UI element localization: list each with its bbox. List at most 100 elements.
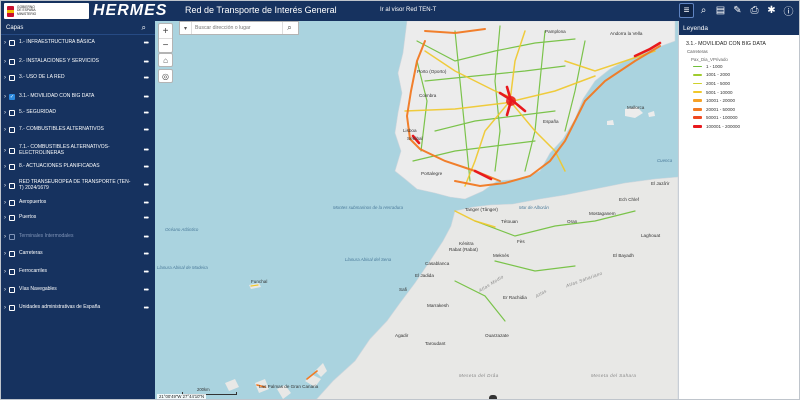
more-options-icon[interactable]: ••• (144, 147, 149, 154)
more-options-icon[interactable]: ••• (144, 287, 149, 294)
layer-row[interactable]: › 1.- INFRAESTRUCTURA BÁSICA ••• (1, 40, 155, 47)
layer-checkbox[interactable] (9, 59, 15, 65)
more-options-icon[interactable]: ••• (144, 305, 149, 312)
share-icon[interactable]: ✱ (764, 3, 779, 18)
place-label: Portalegre (421, 171, 443, 176)
search-input[interactable] (192, 22, 282, 34)
legend-label: 2001 - 5000 (706, 80, 731, 86)
sea-label: Llanura Abisal del Sena (345, 257, 392, 262)
layer-checkbox[interactable] (9, 200, 15, 206)
locate-icon[interactable]: ◎ (158, 69, 173, 83)
layer-row[interactable]: › 3.- USO DE LA RED ••• (1, 75, 155, 82)
more-options-icon[interactable]: ••• (144, 164, 149, 171)
place-label: Las Palmas de Gran Canaria (259, 384, 319, 389)
layer-row[interactable]: › Aeropuertos ••• (1, 199, 155, 207)
layer-row[interactable]: › 5.- SEGURIDAD ••• (1, 110, 155, 117)
place-label: Tanger (Tânger) (465, 207, 498, 212)
coordinate-readout: 21°00'49"W 27°44'10"N (157, 394, 207, 399)
search-icon[interactable]: ⌕ (282, 22, 296, 34)
place-label: Ouarzazate (485, 333, 509, 338)
legend-swatch (693, 74, 702, 76)
layer-row[interactable]: › 7.- COMBUSTIBLES ALTERNATIVOS ••• (1, 127, 155, 134)
layer-checkbox[interactable] (9, 251, 15, 257)
layer-checkbox[interactable] (9, 287, 15, 293)
layer-checkbox[interactable] (9, 147, 15, 154)
ten-t-viewer-link[interactable]: Ir al visor Red TEN-T (380, 7, 436, 13)
layer-row[interactable]: › Puertos ••• (1, 214, 155, 222)
legend-label: 50001 - 100000 (706, 115, 738, 121)
layer-checkbox[interactable] (9, 164, 15, 170)
legend-swatch (693, 116, 702, 120)
legend-panel: Leyenda 3.1.- MOVILIDAD CON BIG DATA Car… (678, 21, 799, 399)
place-label: Casablanca (425, 261, 450, 266)
zoom-in-button[interactable]: + (159, 24, 172, 38)
place-label: Meknès (493, 253, 510, 258)
layer-label: Puertos (19, 214, 37, 221)
zoom-out-button[interactable]: − (159, 38, 172, 52)
layer-row[interactable]: › Ferrocarriles ••• (1, 269, 155, 276)
layer-label: 2.- INSTALACIONES Y SERVICIOS (19, 58, 99, 65)
layer-checkbox[interactable]: ✓ (9, 94, 15, 100)
app-window: GOBIERNO DE ESPAÑA MINISTERIO HERMES Red… (0, 0, 800, 400)
ministry-logo[interactable]: GOBIERNO DE ESPAÑA MINISTERIO (4, 3, 89, 19)
layers-icon[interactable]: ▤ (713, 3, 728, 18)
layer-row[interactable]: › 8.- ACTUACIONES PLANIFICADAS ••• (1, 164, 155, 171)
home-icon[interactable]: ⌂ (158, 53, 173, 67)
more-options-icon[interactable]: ••• (144, 40, 149, 47)
layer-label: 3.1.- MOVILIDAD CON BIG DATA (19, 93, 95, 100)
legend-item: 100001 - 200000 (693, 122, 799, 131)
layer-row[interactable]: › Unidades administrativas de España ••• (1, 305, 155, 312)
layer-row[interactable]: › ✓ 3.1.- MOVILIDAD CON BIG DATA ••• (1, 93, 155, 101)
legend-label: 1001 - 2000 (706, 72, 731, 78)
map-view[interactable]: Pamplona Andorra la Vella Porto (Oporto)… (155, 21, 678, 399)
legend-label: 10001 - 20000 (706, 98, 736, 104)
chevron-down-icon[interactable]: ▾ (180, 22, 192, 34)
more-options-icon[interactable]: ••• (144, 182, 149, 189)
more-options-icon[interactable]: ••• (144, 110, 149, 117)
layer-checkbox[interactable] (9, 269, 15, 275)
place-label: Agadir (395, 333, 409, 338)
place-label: Laghouat (641, 233, 661, 238)
legend-label: 20001 - 50000 (706, 106, 736, 112)
more-options-icon[interactable]: ••• (144, 215, 149, 222)
more-options-icon[interactable]: ••• (144, 94, 149, 101)
layer-checkbox[interactable] (9, 127, 15, 133)
app-header: GOBIERNO DE ESPAÑA MINISTERIO HERMES Red… (1, 1, 799, 21)
more-options-icon[interactable]: ••• (144, 234, 149, 241)
more-options-icon[interactable]: ••• (144, 251, 149, 258)
print-icon[interactable]: ⎙ (747, 3, 762, 18)
layer-checkbox[interactable] (9, 75, 15, 81)
place-label: El Jazâ'ir (651, 181, 670, 186)
info-icon[interactable]: ⓘ (781, 3, 796, 18)
layer-checkbox[interactable] (9, 215, 15, 221)
layer-checkbox[interactable] (9, 110, 15, 116)
attribution-handle[interactable] (489, 395, 497, 399)
layer-row[interactable]: › Carreteras ••• (1, 251, 155, 258)
region-label: Meseta del Sahara (591, 373, 637, 378)
more-options-icon[interactable]: ••• (144, 75, 149, 82)
pencil-icon[interactable]: ✎ (730, 3, 745, 18)
layer-row[interactable]: › Terminales Intermodales ••• (1, 233, 155, 241)
more-options-icon[interactable]: ••• (144, 59, 149, 66)
layer-row[interactable]: › Vías Navegables ••• (1, 287, 155, 294)
zoom-control: + − (158, 23, 173, 53)
sea-label: Océano Atlántico (165, 227, 199, 232)
layer-label: Aeropuertos (19, 199, 47, 206)
place-label: Oran (567, 219, 578, 224)
legend-label: 5001 - 10000 (706, 89, 733, 95)
layer-row[interactable]: › 7.1.- COMBUSTIBLES ALTERNATIVOS-ELECTRO… (1, 144, 155, 156)
layer-row[interactable]: › RED TRANSEUROPEA DE TRANSPORTE (TEN-T) … (1, 179, 155, 191)
more-options-icon[interactable]: ••• (144, 269, 149, 276)
legend-items: 1 - 1000 1001 - 2000 2001 - 5000 5001 - 100… (679, 62, 799, 131)
layer-checkbox[interactable] (9, 40, 15, 46)
layer-checkbox[interactable] (9, 182, 15, 189)
layer-row[interactable]: › 2.- INSTALACIONES Y SERVICIOS ••• (1, 58, 155, 66)
more-options-icon[interactable]: ••• (144, 200, 149, 207)
search-zoom-icon[interactable]: ⌕ (696, 3, 711, 18)
list-icon[interactable]: ≡ (679, 3, 694, 18)
more-options-icon[interactable]: ••• (144, 127, 149, 134)
layer-label: Terminales Intermodales (19, 233, 74, 240)
layer-checkbox[interactable] (9, 234, 15, 240)
layer-checkbox[interactable] (9, 305, 15, 311)
search-icon[interactable]: ⌕ (142, 23, 146, 33)
